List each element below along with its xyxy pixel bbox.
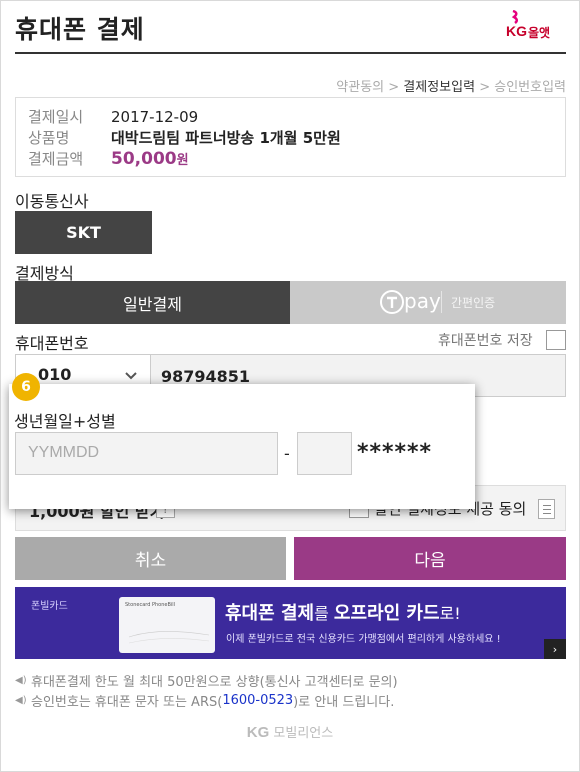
notice-item: ◀) 휴대폰결제 한도 월 최대 50만원으로 상향(통신사 고객센터로 문의) [15,670,398,690]
chevron-down-icon [125,372,137,380]
payment-method-tabs: 일반결제 pay 간편인증 [15,281,566,324]
phone-prefix-value: 010 [38,365,72,384]
tab-tpay-easy-auth[interactable]: pay 간편인증 [305,281,566,324]
ars-number: 1600-0523 [222,692,294,708]
headline-d: 로! [439,604,461,623]
logo-kg: KG [506,23,527,39]
kg-logo-mark-icon [511,10,518,24]
easy-auth-label: 간편인증 [451,296,496,310]
tpay-text: pay [404,289,441,313]
payment-summary: 결제일시 2017-12-09 상품명 대박드림팀 파트너방송 1개월 5만원 … [15,97,566,177]
birthdate-input[interactable]: YYMMDD [15,432,278,475]
step-separator: > [475,80,495,95]
notice-list: ◀) 휴대폰결제 한도 월 최대 50만원으로 상향(통신사 고객센터로 문의)… [15,670,398,710]
save-phone-checkbox[interactable] [546,330,566,350]
amount-value: 50,000원 [111,149,189,169]
chevron-right-icon[interactable]: › [544,639,566,659]
cancel-button[interactable]: 취소 [15,537,286,580]
footer-name: 모빌리언스 [273,726,334,741]
summary-row-date: 결제일시 2017-12-09 [28,106,565,127]
page-title: 휴대폰 결제 [15,15,145,44]
speaker-icon: ◀) [15,674,27,686]
footer-kg: KG [246,724,270,741]
date-label: 결제일시 [28,108,84,126]
summary-row-amount: 결제금액 50,000원 [28,148,565,169]
headline-c: 오프라인 카드 [333,603,440,624]
footer-logo: KG 모빌리언스 [0,722,580,741]
tpay-logo-icon [380,290,404,314]
headline-b: 를 [314,604,334,623]
card-image: Stonecard PhoneBill [119,597,215,653]
amount-unit: 원 [176,152,189,168]
speaker-icon: ◀) [15,694,27,706]
summary-row-product: 상품명 대박드림팀 파트너방송 1개월 5만원 [28,127,565,148]
step-badge: 6 [12,373,40,401]
breadcrumb: 약관동의 > 결제정보입력 > 승인번호입력 [336,76,566,95]
banner-subtext: 이제 폰빌카드로 전국 신용카드 가맹점에서 편리하게 사용하세요 ! [226,634,501,645]
notice-text-b: )로 안내 드립니다. [293,694,395,710]
gender-digit-input[interactable] [297,432,352,475]
logo-name: 올앳 [528,26,551,40]
banner-label: 폰빌카드 [31,601,68,612]
product-value: 대박드림팀 파트너방송 1개월 5만원 [111,129,341,147]
header: 휴대폰 결제 KG 올앳 [15,0,566,54]
next-button[interactable]: 다음 [294,537,566,580]
list-icon[interactable] [538,499,555,519]
birth-gender-label: 생년월일+성별 [14,412,116,431]
divider [441,291,442,313]
tab-normal-payment[interactable]: 일반결제 [15,281,290,324]
birth-gender-popup: 생년월일+성별 YYMMDD - ****** [9,384,475,509]
headline-a: 휴대폰 결제 [225,603,315,624]
step-separator: > [384,80,404,95]
dash-separator: - [284,444,290,463]
carrier-skt-button[interactable]: SKT [15,211,152,254]
banner-headline: 휴대폰 결제를 오프라인 카드로! [225,599,461,625]
step-terms: 약관동의 [336,80,385,95]
carrier-label: 이동통신사 [15,192,89,211]
save-phone-label: 휴대폰번호 저장 [438,333,533,349]
phone-label: 휴대폰번호 [15,334,89,353]
phonebill-card-banner[interactable]: 폰빌카드 Stonecard PhoneBill 휴대폰 결제를 오프라인 카드… [15,587,566,659]
amount-number: 50,000 [111,148,177,169]
notice-text-a: 승인번호는 휴대폰 문자 또는 ARS( [31,694,223,710]
amount-label: 결제금액 [28,150,84,168]
notice-text: 휴대폰결제 한도 월 최대 50만원으로 상향(통신사 고객센터로 문의) [31,674,398,690]
product-label: 상품명 [28,129,70,147]
step-payment-info: 결제정보입력 [403,80,476,95]
date-value: 2017-12-09 [111,107,199,126]
kg-allat-logo: KG 올앳 [506,10,566,44]
card-pattern [128,631,210,644]
notice-item: ◀) 승인번호는 휴대폰 문자 또는 ARS(1600-0523)로 안내 드립… [15,690,398,710]
masked-digits: ****** [357,440,433,465]
step-approval: 승인번호입력 [494,80,566,95]
